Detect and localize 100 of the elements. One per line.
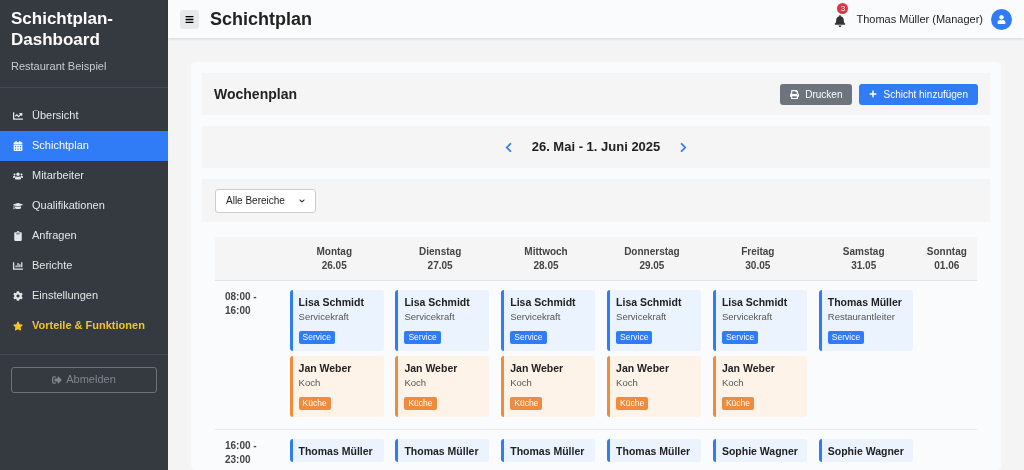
shift-card[interactable]: Lisa Schmidt Servicekraft Service xyxy=(289,290,384,351)
day-name: Montag xyxy=(316,244,352,259)
area-tag: Service xyxy=(616,331,653,344)
shift-card[interactable]: Lisa Schmidt Servicekraft Service xyxy=(395,290,490,351)
area-tag: Service xyxy=(827,331,865,344)
day-date: 01.06 xyxy=(934,258,960,273)
area-select[interactable]: Alle Bereiche xyxy=(215,188,316,213)
shift-time: 08:00 - 16:00 xyxy=(224,290,258,318)
plus-icon xyxy=(869,90,878,98)
shift-card[interactable]: Sophie Wagner xyxy=(712,439,807,462)
calendar-icon xyxy=(12,140,23,151)
employee-name: Sophie Wagner xyxy=(721,444,799,458)
shift-card[interactable]: Thomas Müller xyxy=(395,439,490,462)
day-date: 26.05 xyxy=(321,258,347,273)
avatar-icon[interactable] xyxy=(991,8,1012,30)
shift-card[interactable]: Thomas Müller xyxy=(501,439,596,462)
day-name: Mittwoch xyxy=(524,244,568,259)
bar-chart-icon xyxy=(12,260,23,271)
shift-card[interactable]: Thomas Müller xyxy=(607,439,702,462)
employee-name: Lisa Schmidt xyxy=(298,295,365,309)
shift-card[interactable]: Lisa Schmidt Servicekraft Service xyxy=(712,290,807,351)
logout-icon xyxy=(52,374,63,385)
week-range: 26. Mai - 1. Juni 2025 xyxy=(531,138,661,157)
shift-card[interactable]: Jan Weber Koch Küche xyxy=(607,356,702,417)
employee-name: Jan Weber xyxy=(616,361,670,375)
shift-card[interactable]: Sophie Wagner xyxy=(818,439,913,462)
shift-card[interactable]: Thomas Müller Restaurantleiter Service xyxy=(818,290,913,351)
employee-name: Thomas Müller xyxy=(616,444,692,458)
employee-name: Jan Weber xyxy=(721,361,776,375)
notification-bell-icon[interactable] xyxy=(834,15,847,27)
employee-role: Koch xyxy=(298,377,322,389)
day-date: 30.05 xyxy=(745,258,771,273)
area-tag: Küche xyxy=(510,397,543,410)
card-title: Wochenplan xyxy=(214,84,297,104)
area-tag: Küche xyxy=(298,397,331,410)
sidebar-item[interactable]: Vorteile & Funktionen xyxy=(0,310,168,341)
area-tag: Küche xyxy=(616,397,649,410)
sidebar-item[interactable]: Berichte xyxy=(0,250,168,281)
day-name: Freitag xyxy=(741,244,775,259)
day-date: 31.05 xyxy=(851,258,877,273)
day-date: 28.05 xyxy=(533,258,559,273)
employee-role: Servicekraft xyxy=(721,311,774,323)
employee-role: Koch xyxy=(721,377,745,389)
chevron-down-icon xyxy=(299,197,305,204)
employee-name: Thomas Müller xyxy=(510,444,586,458)
employee-name: Jan Weber xyxy=(298,361,353,375)
shift-card[interactable]: Thomas Müller xyxy=(289,439,384,462)
notification-badge: 3 xyxy=(837,3,849,14)
employee-role: Koch xyxy=(404,377,428,389)
shift-card[interactable]: Jan Weber Koch Küche xyxy=(501,356,596,417)
area-tag: Service xyxy=(298,331,335,344)
day-date: 29.05 xyxy=(639,258,665,273)
employee-name: Jan Weber xyxy=(404,361,459,375)
page-title: Schichtplan xyxy=(210,7,312,31)
employee-role: Servicekraft xyxy=(404,311,456,323)
user-name: Thomas Müller (Manager) xyxy=(856,11,983,27)
sidebar-item[interactable]: Übersicht xyxy=(0,100,168,131)
employee-role: Servicekraft xyxy=(298,311,350,323)
employee-role: Koch xyxy=(510,377,533,389)
employee-name: Lisa Schmidt xyxy=(404,295,471,309)
settings-icon xyxy=(12,290,23,301)
print-button[interactable]: Drucken xyxy=(780,83,853,105)
area-tag: Service xyxy=(510,331,547,344)
employee-name: Lisa Schmidt xyxy=(721,295,789,309)
area-tag: Küche xyxy=(404,397,437,410)
sidebar-item[interactable]: Anfragen xyxy=(0,220,168,251)
printer-icon xyxy=(790,89,800,99)
shift-card[interactable]: Jan Weber Koch Küche xyxy=(712,356,807,417)
shift-card[interactable]: Lisa Schmidt Servicekraft Service xyxy=(501,290,596,351)
people-icon xyxy=(12,170,23,181)
employee-name: Jan Weber xyxy=(510,361,565,375)
shift-card[interactable]: Lisa Schmidt Servicekraft Service xyxy=(607,290,702,351)
graduation-cap-icon xyxy=(12,200,23,211)
shift-card[interactable]: Jan Weber Koch Küche xyxy=(395,356,490,417)
sidebar-subtitle: Restaurant Beispiel xyxy=(11,59,108,74)
area-tag: Küche xyxy=(721,397,755,410)
day-name: Donnerstag xyxy=(624,244,680,259)
sidebar-item[interactable]: Qualifikationen xyxy=(0,190,168,221)
menu-button[interactable] xyxy=(180,9,199,29)
employee-name: Thomas Müller xyxy=(404,444,480,458)
day-name: Samstag xyxy=(842,244,885,259)
sidebar-title: Schichtplan-Dashboard xyxy=(11,8,114,50)
area-tag: Service xyxy=(721,331,759,344)
add-shift-button[interactable]: Schicht hinzufügen xyxy=(859,83,978,105)
employee-role: Restaurantleiter xyxy=(827,311,896,323)
shift-card[interactable]: Jan Weber Koch Küche xyxy=(289,356,384,417)
shift-time: 16:00 - 23:00 xyxy=(224,439,258,467)
clipboard-icon xyxy=(12,230,23,241)
employee-name: Sophie Wagner xyxy=(827,444,905,458)
employee-role: Servicekraft xyxy=(616,311,668,323)
area-tag: Service xyxy=(404,331,441,344)
employee-role: Servicekraft xyxy=(510,311,562,323)
sidebar-item[interactable]: Mitarbeiter xyxy=(0,160,168,191)
employee-role: Koch xyxy=(616,377,639,389)
employee-name: Thomas Müller xyxy=(827,295,903,309)
day-date: 27.05 xyxy=(427,258,453,273)
star-icon xyxy=(12,320,23,331)
sidebar-item[interactable]: Einstellungen xyxy=(0,280,168,311)
employee-name: Thomas Müller xyxy=(298,444,374,458)
sidebar-item[interactable]: Schichtplan xyxy=(0,130,168,161)
